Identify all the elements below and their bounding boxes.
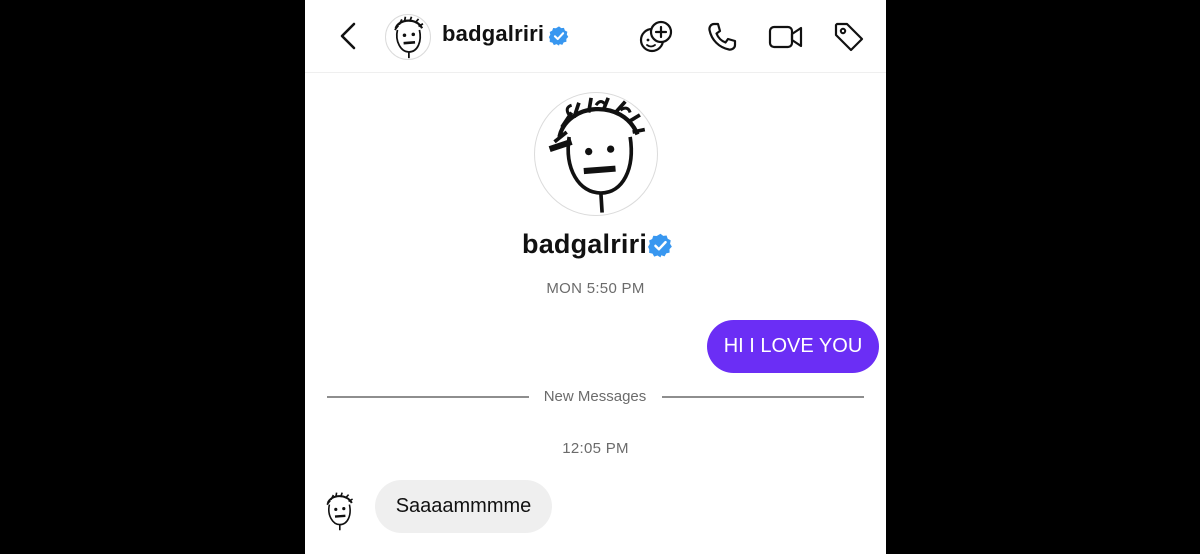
header-avatar[interactable] (385, 14, 431, 60)
message-timestamp: 12:05 PM (562, 440, 629, 457)
verified-badge-icon (648, 233, 672, 258)
tag-button[interactable] (830, 18, 868, 56)
video-call-button[interactable] (767, 18, 805, 56)
back-chevron-icon (340, 22, 356, 50)
doodle-face-avatar-image (548, 97, 646, 213)
profile-username[interactable]: badgalriri (522, 229, 647, 260)
incoming-message-bubble[interactable]: Saaaammmme (375, 480, 552, 533)
new-messages-divider-right (662, 396, 864, 398)
voice-call-button[interactable] (703, 18, 741, 56)
message-timestamp: MON 5:50 PM (546, 280, 645, 297)
header-username[interactable]: badgalriri (442, 21, 544, 47)
verified-badge-icon (548, 26, 569, 46)
video-camera-icon (768, 25, 803, 49)
new-messages-divider-left (327, 396, 529, 398)
tag-icon (834, 22, 864, 52)
chat-screen: badgalriri badgalriri MON 5:50 PM HI I L… (305, 0, 886, 554)
chat-header: badgalriri (305, 0, 886, 73)
add-emoji-button[interactable] (638, 18, 676, 56)
doodle-face-avatar-image (326, 492, 354, 531)
back-button[interactable] (331, 18, 365, 54)
phone-icon (708, 22, 737, 51)
add-emoji-icon (639, 20, 673, 53)
profile-avatar[interactable] (534, 92, 658, 216)
outgoing-message-bubble[interactable]: HI I LOVE YOU (707, 320, 879, 373)
sender-avatar[interactable] (319, 491, 359, 531)
doodle-face-avatar-image (394, 16, 424, 59)
new-messages-divider-label: New Messages (543, 388, 647, 405)
